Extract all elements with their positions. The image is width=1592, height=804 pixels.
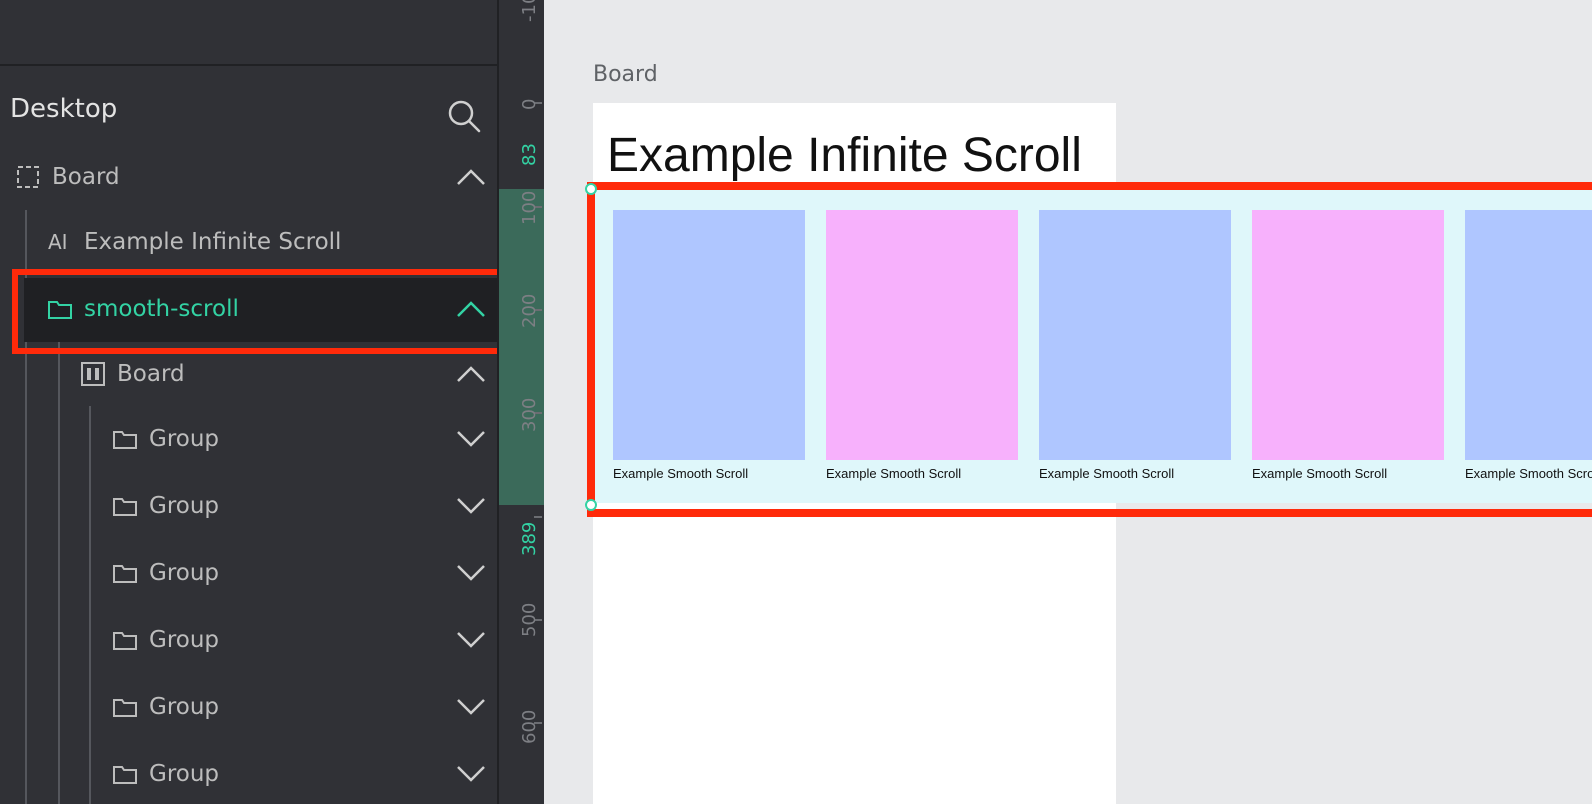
layer-label: Group (149, 426, 220, 452)
layer-label: Example Infinite Scroll (84, 229, 342, 255)
ruler-selection-range (499, 189, 544, 505)
layer-label: Group (149, 493, 220, 519)
board-frame-icon (17, 166, 39, 188)
folder-icon (113, 498, 137, 516)
folder-icon (113, 699, 137, 717)
sidebar-toolbar (0, 0, 497, 66)
chevron-down-icon[interactable] (455, 496, 487, 516)
folder-icon (113, 632, 137, 650)
chevron-down-icon[interactable] (455, 630, 487, 650)
layer-item-board-inner[interactable]: Board (79, 354, 185, 394)
chevron-down-icon[interactable] (455, 764, 487, 784)
folder-icon (113, 431, 137, 449)
ruler-label: -10 (519, 0, 540, 22)
ruler-label: 600 (519, 709, 540, 744)
layer-item-group[interactable]: Group (111, 754, 219, 794)
ruler-label: 500 (519, 602, 540, 637)
chevron-up-icon[interactable] (455, 364, 487, 384)
chevron-down-icon[interactable] (455, 563, 487, 583)
sidebar-title: Desktop (10, 94, 118, 124)
ruler-label: 100 (519, 190, 540, 225)
vertical-ruler[interactable]: -10 0 83 100 200 300 389 500 600 (497, 0, 544, 804)
chevron-up-icon[interactable] (455, 167, 487, 187)
chevron-down-icon[interactable] (455, 697, 487, 717)
search-icon[interactable] (446, 98, 482, 134)
canvas-title-text[interactable]: Example Infinite Scroll (607, 128, 1082, 183)
chevron-down-icon[interactable] (455, 429, 487, 449)
ruler-selection-end-label: 389 (519, 521, 540, 556)
layer-item-group[interactable]: Group (111, 486, 219, 526)
text-layer-icon: AI (48, 230, 68, 254)
layer-label: Board (52, 164, 120, 190)
layer-item-group[interactable]: Group (111, 687, 219, 727)
layer-label: Group (149, 627, 220, 653)
folder-icon (113, 766, 137, 784)
highlight-outline (12, 269, 518, 354)
resize-handle-top-left[interactable] (585, 183, 597, 195)
ruler-selection-start-label: 83 (519, 143, 540, 166)
tree-guide-line (89, 406, 91, 804)
layer-label: Group (149, 761, 220, 787)
layer-item-group[interactable]: Group (111, 553, 219, 593)
layer-label: Board (117, 361, 185, 387)
layer-label: Group (149, 694, 220, 720)
ruler-label: 200 (519, 293, 540, 328)
layer-item-group[interactable]: Group (111, 419, 219, 459)
selection-highlight-outline (587, 182, 1592, 517)
tree-guide-line (58, 340, 60, 804)
layer-item-group[interactable]: Group (111, 620, 219, 660)
folder-icon (113, 565, 137, 583)
board-name-label[interactable]: Board (593, 62, 658, 87)
resize-handle-bottom-left[interactable] (585, 499, 597, 511)
layers-sidebar: Desktop Board AI Example Infinite Scroll… (0, 0, 518, 804)
ruler-label: 0 (519, 98, 540, 110)
ruler-tick (534, 516, 542, 518)
layer-item-text[interactable]: AI Example Infinite Scroll (46, 222, 341, 262)
svg-text:AI: AI (48, 230, 68, 254)
board-layout-icon (81, 362, 105, 386)
layer-label: Group (149, 560, 220, 586)
ruler-label: 300 (519, 397, 540, 432)
layer-item-board[interactable]: Board (14, 157, 120, 197)
